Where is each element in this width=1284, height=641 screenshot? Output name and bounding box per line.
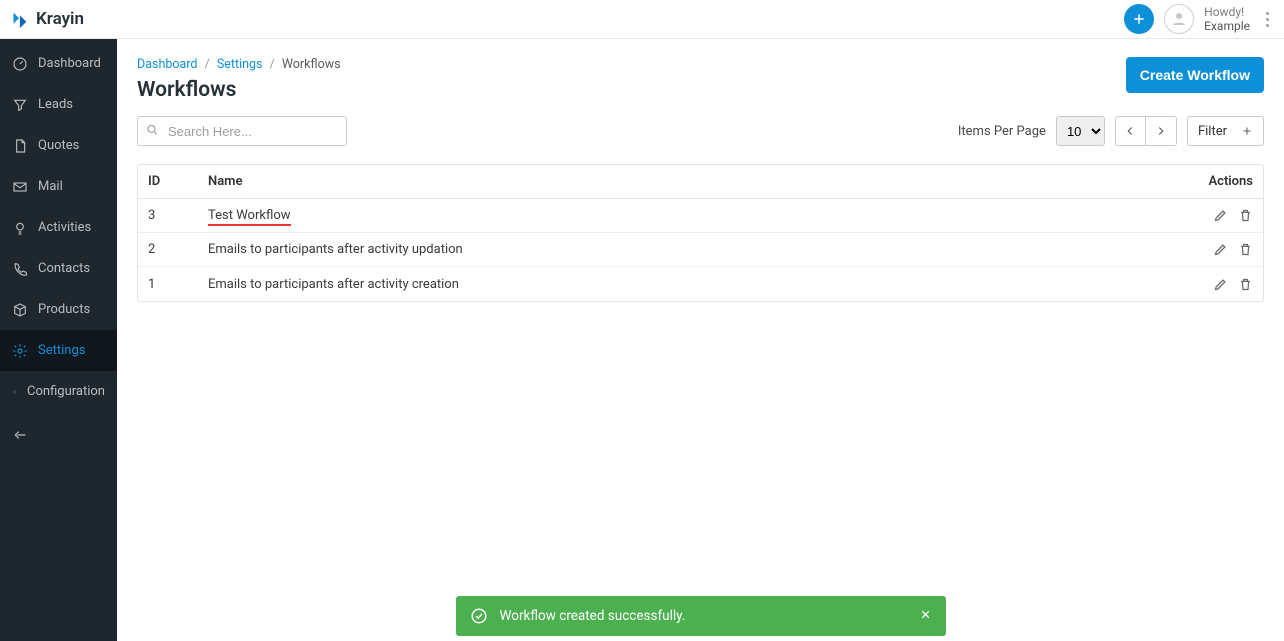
main-content: Dashboard / Settings / Workflows Workflo… — [117, 39, 1284, 641]
sidebar-item-label: Dashboard — [38, 56, 101, 71]
table-row[interactable]: 2Emails to participants after activity u… — [138, 233, 1263, 267]
items-per-page-select[interactable]: 10 — [1056, 116, 1105, 146]
success-toast: Workflow created successfully. — [456, 596, 946, 636]
create-workflow-button[interactable]: Create Workflow — [1126, 57, 1264, 93]
filter-label: Filter — [1198, 124, 1227, 139]
funnel-icon — [12, 97, 28, 113]
sidebar-item-activities[interactable]: Activities — [0, 207, 117, 248]
sidebar-item-label: Mail — [38, 179, 63, 194]
cell-name: Test Workflow — [208, 208, 1163, 223]
toast-message: Workflow created successfully. — [500, 608, 686, 624]
search-icon — [145, 122, 159, 141]
sidebar-item-configuration[interactable]: Configuration — [0, 371, 117, 412]
topbar: Krayin Howdy! Example — [0, 0, 1284, 39]
filter-button[interactable]: Filter — [1187, 116, 1264, 146]
col-actions-header: Actions — [1163, 174, 1253, 189]
sidebar-collapse-button[interactable] — [0, 414, 117, 455]
breadcrumb-sep: / — [205, 57, 210, 72]
gauge-icon — [12, 56, 28, 72]
sidebar-item-mail[interactable]: Mail — [0, 166, 117, 207]
sidebar-item-label: Contacts — [38, 261, 90, 276]
check-circle-icon — [470, 607, 488, 625]
plus-icon — [1241, 125, 1253, 137]
trash-icon[interactable] — [1238, 242, 1253, 257]
sidebar-item-label: Settings — [38, 343, 85, 358]
search-input[interactable] — [137, 116, 347, 146]
cell-id: 2 — [148, 242, 208, 257]
page-prev-button[interactable] — [1116, 117, 1146, 145]
close-icon — [919, 608, 932, 621]
brand-logo-icon — [8, 8, 30, 30]
table-row[interactable]: 3Test Workflow — [138, 199, 1263, 233]
pager — [1115, 116, 1177, 146]
sidebar-item-label: Activities — [38, 220, 91, 235]
page-title: Workflows — [137, 78, 341, 102]
topbar-right: Howdy! Example — [1124, 4, 1274, 34]
breadcrumb-current: Workflows — [282, 57, 341, 72]
col-name-header[interactable]: Name — [208, 174, 1163, 189]
cell-actions — [1163, 277, 1253, 292]
user-greeting: Howdy! Example — [1204, 5, 1250, 34]
breadcrumb-sep: / — [270, 57, 275, 72]
col-id-header[interactable]: ID — [148, 174, 208, 189]
cell-name: Emails to participants after activity cr… — [208, 277, 1163, 292]
collapse-icon — [12, 427, 28, 443]
sidebar-item-contacts[interactable]: Contacts — [0, 248, 117, 289]
edit-icon[interactable] — [1213, 208, 1228, 223]
sidebar-item-dashboard[interactable]: Dashboard — [0, 43, 117, 84]
box-icon — [12, 302, 28, 318]
sidebar-item-leads[interactable]: Leads — [0, 84, 117, 125]
arrow-left-icon — [1123, 124, 1137, 138]
sidebar-item-label: Quotes — [38, 138, 79, 153]
edit-icon[interactable] — [1213, 277, 1228, 292]
document-icon — [12, 138, 28, 154]
mail-icon — [12, 179, 28, 195]
sidebar-item-label: Leads — [38, 97, 73, 112]
cell-name: Emails to participants after activity up… — [208, 242, 1163, 257]
right-tools: Items Per Page 10 Filter — [958, 116, 1264, 146]
sidebar-item-label: Products — [38, 302, 90, 317]
trash-icon[interactable] — [1238, 277, 1253, 292]
sidebar-item-settings[interactable]: Settings — [0, 330, 117, 371]
brand: Krayin — [8, 8, 84, 30]
table-header: ID Name Actions — [138, 165, 1263, 199]
page-next-button[interactable] — [1146, 117, 1176, 145]
breadcrumb-dashboard[interactable]: Dashboard — [137, 57, 197, 72]
search-wrap — [137, 116, 347, 146]
cell-id: 3 — [148, 208, 208, 223]
sidebar-item-label: Configuration — [27, 384, 105, 399]
cell-actions — [1163, 208, 1253, 223]
sidebar-item-quotes[interactable]: Quotes — [0, 125, 117, 166]
brand-name: Krayin — [36, 9, 84, 29]
sidebar: Dashboard Leads Quotes Mail Activities C… — [0, 39, 117, 641]
toast-close-button[interactable] — [919, 608, 932, 625]
quick-add-button[interactable] — [1124, 4, 1154, 34]
cell-actions — [1163, 242, 1253, 257]
workflows-table: ID Name Actions 3Test Workflow2Emails to… — [137, 164, 1264, 302]
breadcrumb-settings[interactable]: Settings — [217, 57, 263, 72]
trash-icon[interactable] — [1238, 208, 1253, 223]
phone-icon — [12, 261, 28, 277]
greeting-text: Howdy! — [1204, 5, 1250, 19]
tools-icon — [12, 384, 17, 400]
avatar[interactable] — [1164, 4, 1194, 34]
bulb-icon — [12, 220, 28, 236]
cell-id: 1 — [148, 277, 208, 292]
more-menu-button[interactable] — [1260, 12, 1274, 27]
breadcrumb: Dashboard / Settings / Workflows — [137, 57, 341, 72]
user-name: Example — [1204, 19, 1250, 33]
arrow-right-icon — [1154, 124, 1168, 138]
table-row[interactable]: 1Emails to participants after activity c… — [138, 267, 1263, 301]
items-per-page-label: Items Per Page — [958, 124, 1046, 139]
edit-icon[interactable] — [1213, 242, 1228, 257]
sidebar-item-products[interactable]: Products — [0, 289, 117, 330]
gear-icon — [12, 343, 28, 359]
